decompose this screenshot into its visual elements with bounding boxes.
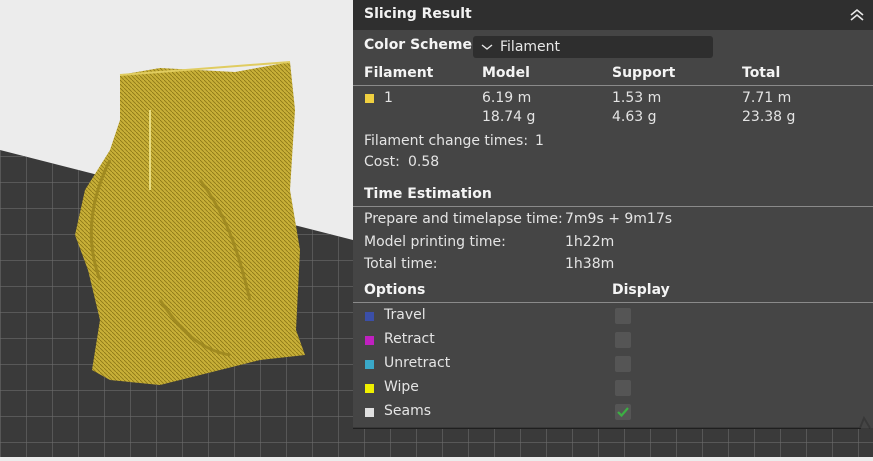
- display-checkbox-unretract[interactable]: [615, 356, 631, 372]
- display-checkbox-wipe[interactable]: [615, 380, 631, 396]
- retract-color-swatch: [365, 336, 374, 345]
- travel-color-swatch: [365, 312, 374, 321]
- wipe-color-swatch: [365, 384, 374, 393]
- option-label-wipe: Wipe: [384, 379, 419, 395]
- filament-color-swatch: [365, 94, 374, 103]
- table-header-total: Total: [742, 65, 781, 81]
- printed-model: [75, 61, 305, 385]
- time-estimation-heading: Time Estimation: [364, 186, 492, 202]
- color-scheme-dropdown[interactable]: Filament: [473, 36, 713, 58]
- display-checkbox-travel[interactable]: [615, 308, 631, 324]
- options-header: Options: [364, 282, 426, 298]
- divider: [353, 206, 873, 207]
- cost-label: Cost:: [364, 154, 400, 170]
- unretract-color-swatch: [365, 360, 374, 369]
- display-header: Display: [612, 282, 670, 298]
- filament-change-value: 1: [535, 133, 544, 149]
- filament-change-label: Filament change times:: [364, 133, 529, 149]
- slicing-result-panel: Slicing Result Color Scheme Filament Fil…: [353, 0, 873, 428]
- panel-title: Slicing Result: [364, 6, 472, 22]
- seams-color-swatch: [365, 408, 374, 417]
- collapse-chevrons-icon[interactable]: [847, 5, 867, 25]
- divider: [353, 302, 873, 303]
- display-checkbox-seams[interactable]: [615, 404, 631, 420]
- model-weight: 18.74 g: [482, 109, 536, 125]
- color-scheme-label: Color Scheme: [364, 37, 473, 53]
- prepare-time-label: Prepare and timelapse time:: [364, 211, 563, 227]
- option-label-seams: Seams: [384, 403, 432, 419]
- support-weight: 4.63 g: [612, 109, 657, 125]
- filament-id: 1: [384, 90, 393, 106]
- option-label-travel: Travel: [384, 307, 426, 323]
- option-label-unretract: Unretract: [384, 355, 451, 371]
- total-length: 7.71 m: [742, 90, 792, 106]
- checkmark-icon: [617, 407, 629, 418]
- support-length: 1.53 m: [612, 90, 662, 106]
- panel-titlebar: Slicing Result: [353, 0, 873, 30]
- table-header-model: Model: [482, 65, 530, 81]
- total-weight: 23.38 g: [742, 109, 796, 125]
- total-time-value: 1h38m: [565, 256, 615, 272]
- option-label-retract: Retract: [384, 331, 435, 347]
- table-header-support: Support: [612, 65, 676, 81]
- divider: [353, 85, 873, 86]
- color-scheme-value: Filament: [500, 39, 561, 55]
- display-checkbox-retract[interactable]: [615, 332, 631, 348]
- model-print-time-label: Model printing time:: [364, 234, 506, 250]
- table-header-filament: Filament: [364, 65, 434, 81]
- total-time-label: Total time:: [364, 256, 438, 272]
- prepare-time-value: 7m9s + 9m17s: [565, 211, 673, 227]
- chevron-down-icon: [481, 41, 493, 53]
- cost-value: 0.58: [408, 154, 440, 170]
- model-length: 6.19 m: [482, 90, 532, 106]
- model-print-time-value: 1h22m: [565, 234, 615, 250]
